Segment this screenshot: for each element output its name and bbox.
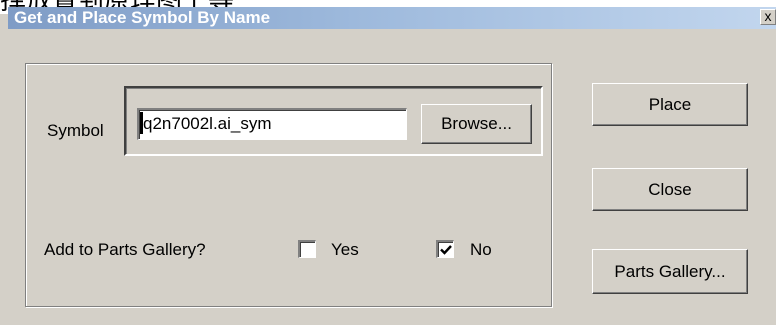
no-checkbox[interactable]: [436, 240, 454, 258]
yes-label[interactable]: Yes: [331, 240, 359, 260]
symbol-label: Symbol: [47, 121, 104, 140]
parts-gallery-question: Add to Parts Gallery?: [44, 240, 206, 259]
symbol-input[interactable]: q2n7002l.ai_sym: [137, 108, 407, 140]
close-button[interactable]: Close: [592, 168, 748, 211]
close-icon[interactable]: x: [760, 9, 776, 25]
window-edge: [0, 14, 8, 325]
text-caret: [140, 112, 143, 134]
browse-button[interactable]: Browse...: [421, 104, 532, 144]
title-bar[interactable]: Get and Place Symbol By Name x: [8, 7, 776, 29]
checkmark-icon: [440, 245, 452, 255]
place-button[interactable]: Place: [592, 83, 748, 126]
parts-gallery-button[interactable]: Parts Gallery...: [592, 249, 748, 294]
dialog-title: Get and Place Symbol By Name: [14, 8, 271, 27]
no-label[interactable]: No: [470, 240, 492, 260]
yes-checkbox[interactable]: [298, 240, 316, 258]
